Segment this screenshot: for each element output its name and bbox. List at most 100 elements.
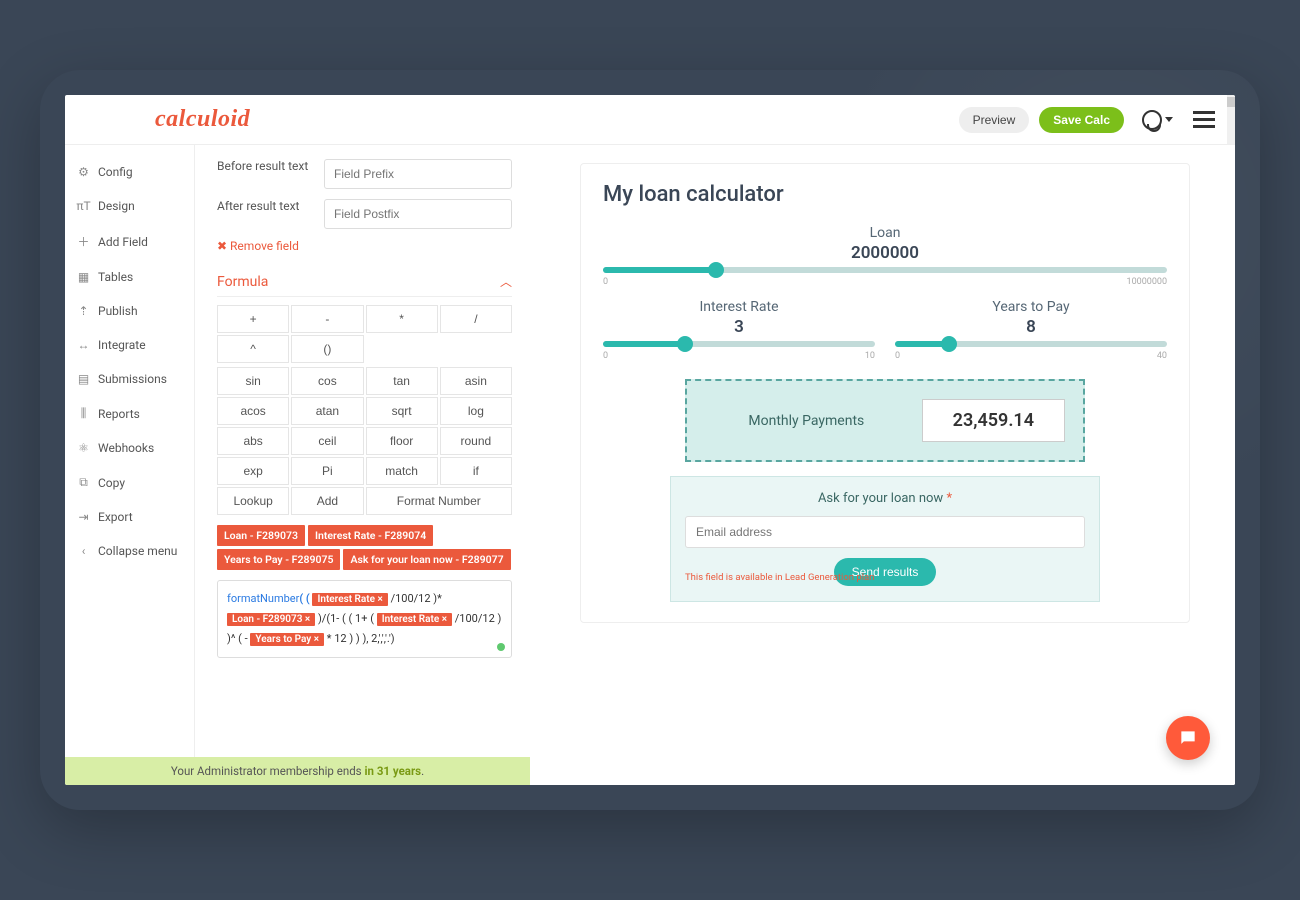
loan-min: 0 xyxy=(603,277,608,287)
sidebar-item-export[interactable]: ⇥ Export xyxy=(65,500,194,534)
sidebar-item-add-field[interactable]: ＋Add Field xyxy=(65,223,194,260)
op-minus[interactable]: - xyxy=(291,305,363,333)
after-result-input[interactable] xyxy=(324,199,512,229)
fn-exp[interactable]: exp xyxy=(217,457,289,485)
calculator-card: My loan calculator Loan 2000000 01000000… xyxy=(580,163,1190,623)
var-interest[interactable]: Interest Rate - F289074 xyxy=(308,525,433,546)
token-loan[interactable]: Loan - F289073 × xyxy=(227,613,315,626)
sidebar-item-design[interactable]: πT Design xyxy=(65,189,194,223)
fn-sqrt[interactable]: sqrt xyxy=(366,397,438,425)
var-years[interactable]: Years to Pay - F289075 xyxy=(217,549,340,570)
rate-value: 3 xyxy=(603,317,875,337)
fn-format-number[interactable]: Format Number xyxy=(366,487,513,515)
user-menu[interactable] xyxy=(1142,110,1173,130)
field-loan: Loan 2000000 010000000 xyxy=(603,225,1167,287)
gear-icon: ⚙ xyxy=(77,165,90,179)
sidebar-label: Submissions xyxy=(98,372,167,386)
fn-atan[interactable]: atan xyxy=(291,397,363,425)
fn-floor[interactable]: floor xyxy=(366,427,438,455)
sidebar-item-config[interactable]: ⚙Config xyxy=(65,155,194,189)
preview-pane: My loan calculator Loan 2000000 01000000… xyxy=(530,145,1235,785)
chevron-up-icon: ︿ xyxy=(500,273,512,290)
remove-field-button[interactable]: ✖ Remove field xyxy=(217,239,512,253)
token-interest[interactable]: Interest Rate × xyxy=(312,593,387,606)
sidebar-item-reports[interactable]: ⫼Reports xyxy=(65,396,194,431)
fn-pi[interactable]: Pi xyxy=(291,457,363,485)
years-slider[interactable] xyxy=(895,341,1167,347)
fn-round[interactable]: round xyxy=(440,427,512,455)
before-result-label: Before result text xyxy=(217,159,312,175)
sidebar-item-tables[interactable]: ▦ Tables xyxy=(65,260,194,294)
fn-match[interactable]: match xyxy=(366,457,438,485)
after-result-label: After result text xyxy=(217,199,312,215)
save-calc-button[interactable]: Save Calc xyxy=(1039,107,1124,133)
fn-lookup[interactable]: Lookup xyxy=(217,487,289,515)
years-max: 40 xyxy=(1157,351,1167,361)
export-icon: ⇥ xyxy=(77,510,90,524)
fn-ceil[interactable]: ceil xyxy=(291,427,363,455)
fn-log[interactable]: log xyxy=(440,397,512,425)
field-interest: Interest Rate 3 010 xyxy=(603,299,875,361)
fn-acos[interactable]: acos xyxy=(217,397,289,425)
loan-label: Loan xyxy=(603,225,1167,241)
op-paren[interactable]: () xyxy=(291,335,363,363)
email-field[interactable] xyxy=(685,516,1085,548)
sidebar-label: Publish xyxy=(98,304,138,318)
grid-icon: ▦ xyxy=(77,270,90,284)
sidebar-item-publish[interactable]: ⇡ Publish xyxy=(65,294,194,328)
sidebar-item-copy[interactable]: ⧉Copy xyxy=(65,465,194,500)
rate-slider[interactable] xyxy=(603,341,875,347)
sidebar-item-collapse[interactable]: ‹Collapse menu xyxy=(65,534,194,568)
upload-icon: ⇡ xyxy=(77,304,90,318)
membership-banner: Your Administrator membership ends in 31… xyxy=(65,757,530,785)
var-loan[interactable]: Loan - F289073 xyxy=(217,525,305,546)
formula-title: Formula xyxy=(217,274,268,290)
formula-editor[interactable]: formatNumber( ( Interest Rate × /100/12 … xyxy=(217,580,512,658)
fn-sin[interactable]: sin xyxy=(217,367,289,395)
field-years: Years to Pay 8 040 xyxy=(895,299,1167,361)
sidebar-item-integrate[interactable]: ↔Integrate xyxy=(65,328,194,362)
op-mul[interactable]: * xyxy=(366,305,438,333)
sidebar-label: Reports xyxy=(98,407,140,421)
loan-slider[interactable] xyxy=(603,267,1167,273)
op-div[interactable]: / xyxy=(440,305,512,333)
chat-fab[interactable] xyxy=(1166,716,1210,760)
formula-section-toggle[interactable]: Formula ︿ xyxy=(217,267,512,297)
fn-add[interactable]: Add xyxy=(291,487,363,515)
sidebar-label: Design xyxy=(98,199,135,213)
fn-asin[interactable]: asin xyxy=(440,367,512,395)
fn-tan[interactable]: tan xyxy=(366,367,438,395)
before-result-input[interactable] xyxy=(324,159,512,189)
valid-indicator-icon xyxy=(497,643,505,651)
webhook-icon: ⚛ xyxy=(77,441,90,455)
op-pow[interactable]: ^ xyxy=(217,335,289,363)
monthly-payments-box[interactable]: Monthly Payments 23,459.14 xyxy=(685,379,1085,462)
logo: calculoid xyxy=(155,106,250,133)
sidebar-label: Webhooks xyxy=(98,441,154,455)
sidebar-item-webhooks[interactable]: ⚛ Webhooks xyxy=(65,431,194,465)
plus-icon: ＋ xyxy=(77,233,90,250)
sidebar-label: Export xyxy=(98,510,133,524)
fn-abs[interactable]: abs xyxy=(217,427,289,455)
fn-if[interactable]: if xyxy=(440,457,512,485)
op-plus[interactable]: + xyxy=(217,305,289,333)
preview-button[interactable]: Preview xyxy=(959,107,1030,133)
token-interest2[interactable]: Interest Rate × xyxy=(377,613,452,626)
menu-icon[interactable] xyxy=(1193,111,1215,128)
var-ask[interactable]: Ask for your loan now - F289077 xyxy=(343,549,510,570)
design-icon: πT xyxy=(77,199,90,213)
rate-max: 10 xyxy=(865,351,875,361)
token-years[interactable]: Years to Pay × xyxy=(250,633,324,646)
user-icon xyxy=(1142,110,1162,130)
ask-box: Ask for your loan now * Send results Thi… xyxy=(670,476,1100,602)
chat-icon xyxy=(1178,728,1198,748)
function-grid: sin cos tan asin acos atan sqrt log abs … xyxy=(217,367,512,515)
monthly-label: Monthly Payments xyxy=(705,413,908,429)
rate-label: Interest Rate xyxy=(603,299,875,315)
fn-cos[interactable]: cos xyxy=(291,367,363,395)
caret-down-icon xyxy=(1165,117,1173,122)
editor-panel: Before result text After result text ✖ R… xyxy=(195,145,530,785)
sidebar-label: Integrate xyxy=(98,338,146,352)
sidebar-item-submissions[interactable]: ▤Submissions xyxy=(65,362,194,396)
sidebar-label: Tables xyxy=(98,270,133,284)
